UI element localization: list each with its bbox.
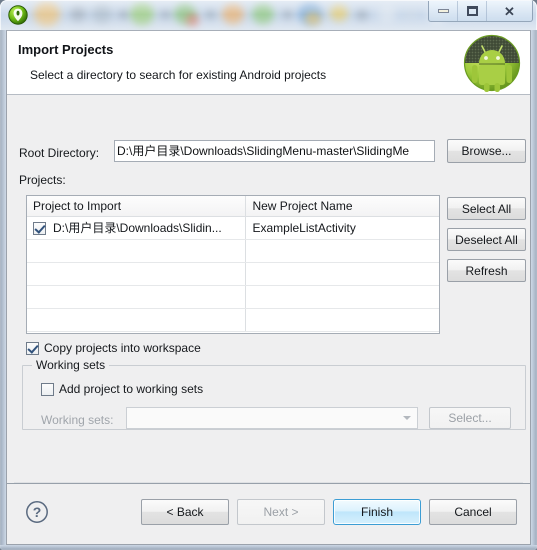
table-row[interactable]: D:\用户目录\Downloads\Slidin... ExampleListA… <box>27 217 439 240</box>
table-row[interactable] <box>27 309 439 332</box>
minimize-icon <box>437 9 449 13</box>
table-cell-new-name[interactable] <box>246 286 439 308</box>
page-title: Import Projects <box>18 42 114 57</box>
copy-projects-checkbox-row[interactable]: Copy projects into workspace <box>26 341 201 355</box>
table-cell-project[interactable]: D:\用户目录\Downloads\Slidin... <box>27 217 247 239</box>
dialog-window: ✕ Import Projects Select a directory to … <box>0 0 537 550</box>
table-row[interactable] <box>27 240 439 263</box>
projects-label: Projects: <box>19 173 66 187</box>
table-row[interactable] <box>27 263 439 286</box>
add-to-working-sets-label: Add project to working sets <box>59 382 204 396</box>
working-sets-group: Working sets Add project to working sets… <box>22 358 526 430</box>
table-cell-project[interactable] <box>27 263 247 285</box>
close-icon: ✕ <box>504 3 515 19</box>
wizard-body: Root Directory: D:\用户目录\Downloads\Slidin… <box>7 96 530 481</box>
root-directory-label: Root Directory: <box>19 146 100 160</box>
table-row[interactable] <box>27 286 439 309</box>
dialog-footer: ? < Back Next > Finish Cancel <box>7 483 530 544</box>
working-sets-select-button[interactable]: Select... <box>429 407 511 429</box>
restore-button[interactable] <box>458 1 487 21</box>
table-cell-project[interactable] <box>27 309 247 331</box>
restore-icon <box>466 6 478 16</box>
dialog-client-area: Import Projects Select a directory to se… <box>6 30 531 545</box>
svg-text:?: ? <box>33 504 42 520</box>
browse-button[interactable]: Browse... <box>447 139 526 163</box>
column-header-project-to-import[interactable]: Project to Import <box>27 196 247 216</box>
table-cell-new-name[interactable] <box>246 263 439 285</box>
deselect-all-button[interactable]: Deselect All <box>447 228 526 251</box>
add-to-working-sets-checkbox[interactable] <box>41 382 54 396</box>
working-sets-combo[interactable] <box>126 407 418 429</box>
select-all-button[interactable]: Select All <box>447 197 526 220</box>
next-button[interactable]: Next > <box>237 499 325 525</box>
table-cell-project[interactable] <box>27 240 247 262</box>
table-cell-new-name[interactable] <box>246 240 439 262</box>
wizard-header: Import Projects Select a directory to se… <box>7 31 530 95</box>
window-bottom-edge <box>0 545 537 550</box>
root-directory-input[interactable]: D:\用户目录\Downloads\SlidingMenu-master\Sli… <box>114 140 435 162</box>
copy-projects-checkbox[interactable] <box>26 341 39 355</box>
minimize-button[interactable] <box>429 1 458 21</box>
android-robot-icon <box>463 34 521 92</box>
back-button[interactable]: < Back <box>141 499 229 525</box>
help-icon[interactable]: ? <box>25 500 49 524</box>
table-cell-new-name[interactable]: ExampleListActivity <box>246 217 439 239</box>
refresh-button[interactable]: Refresh <box>447 259 526 282</box>
row-checkbox[interactable] <box>33 221 46 235</box>
close-button[interactable]: ✕ <box>487 1 532 21</box>
table-header-row: Project to Import New Project Name <box>27 196 439 217</box>
table-cell-project-text: D:\用户目录\Downloads\Slidin... <box>53 221 222 235</box>
copy-projects-label: Copy projects into workspace <box>44 341 201 355</box>
table-cell-project[interactable] <box>27 286 247 308</box>
page-subtitle: Select a directory to search for existin… <box>30 68 327 82</box>
window-controls[interactable]: ✕ <box>428 1 533 22</box>
chevron-down-icon <box>403 416 411 420</box>
cancel-button[interactable]: Cancel <box>429 499 517 525</box>
eclipse-icon <box>8 5 28 25</box>
column-header-new-project-name[interactable]: New Project Name <box>246 196 439 216</box>
working-sets-group-label: Working sets <box>32 358 110 372</box>
title-bar[interactable]: ✕ <box>0 0 537 30</box>
add-to-working-sets-row[interactable]: Add project to working sets <box>41 382 203 396</box>
working-sets-combo-label: Working sets: <box>41 413 114 427</box>
finish-button[interactable]: Finish <box>333 499 421 525</box>
table-cell-new-name[interactable] <box>246 309 439 331</box>
window-right-edge <box>531 30 537 545</box>
projects-table[interactable]: Project to Import New Project Name D:\用户… <box>26 195 440 334</box>
